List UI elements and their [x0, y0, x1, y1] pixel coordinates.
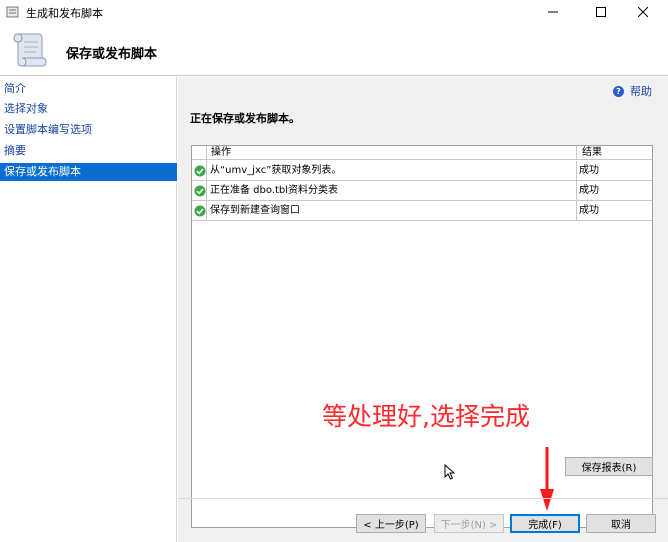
operation-cell: 正在准备 dbo.tbl资料分类表: [210, 185, 339, 196]
sidebar-item-scripting-options[interactable]: 设置脚本编写选项: [0, 121, 177, 139]
wizard-main-panel: ? 帮助 正在保存或发布脚本。 操作 结果 从“umv_jxc”获取对象列表。 …: [178, 77, 668, 542]
maximize-button[interactable]: [578, 0, 624, 24]
window-title: 生成和发布脚本: [26, 7, 103, 20]
minimize-button[interactable]: [530, 0, 576, 24]
grid-header: 操作 结果: [192, 146, 652, 160]
success-check-icon: [194, 185, 206, 197]
cell-separator: [206, 181, 207, 201]
title-bar: 生成和发布脚本: [0, 0, 668, 24]
app-icon: [6, 6, 19, 18]
maximize-icon: [596, 7, 606, 17]
help-icon: ?: [613, 85, 624, 97]
success-check-icon: [194, 205, 206, 217]
header-separator: [576, 146, 577, 160]
page-title: 保存或发布脚本: [66, 47, 158, 62]
result-cell: 成功: [579, 205, 599, 216]
table-row[interactable]: 保存到新建查询窗口 成功: [192, 201, 652, 221]
cell-separator: [576, 181, 577, 201]
wizard-sidebar: 简介 选择对象 设置脚本编写选项 摘要 保存或发布脚本: [0, 77, 177, 542]
finish-button[interactable]: 完成(F): [510, 514, 580, 533]
sidebar-item-intro[interactable]: 简介: [0, 80, 177, 98]
cancel-button[interactable]: 取消: [586, 514, 656, 533]
save-report-button[interactable]: 保存报表(R): [565, 457, 653, 476]
mouse-cursor-icon: [444, 464, 456, 480]
header-separator: [206, 146, 207, 160]
close-button[interactable]: [620, 0, 666, 24]
column-header-operation[interactable]: 操作: [211, 146, 231, 160]
sidebar-item-save-publish[interactable]: 保存或发布脚本: [0, 163, 177, 181]
footer-divider: [178, 498, 668, 499]
sidebar-item-summary[interactable]: 摘要: [0, 142, 177, 160]
next-button[interactable]: 下一步(N) >: [434, 514, 504, 533]
table-row[interactable]: 正在准备 dbo.tbl资料分类表 成功: [192, 181, 652, 201]
column-header-result[interactable]: 结果: [582, 146, 602, 160]
result-cell: 成功: [579, 185, 599, 196]
script-scroll-icon: [13, 33, 47, 67]
help-label: 帮助: [630, 85, 652, 98]
operation-cell: 保存到新建查询窗口: [210, 205, 300, 216]
cell-separator: [206, 161, 207, 181]
progress-status-text: 正在保存或发布脚本。: [190, 112, 300, 125]
result-cell: 成功: [579, 165, 599, 176]
cell-separator: [206, 201, 207, 221]
wizard-header: 保存或发布脚本: [0, 24, 668, 76]
table-row[interactable]: 从“umv_jxc”获取对象列表。 成功: [192, 161, 652, 181]
sidebar-item-choose-objects[interactable]: 选择对象: [0, 100, 177, 118]
success-check-icon: [194, 165, 206, 177]
red-arrow-icon: [540, 447, 554, 511]
annotation-text: 等处理好,选择完成: [322, 402, 530, 431]
previous-button[interactable]: < 上一步(P): [356, 514, 426, 533]
minimize-icon: [548, 11, 558, 13]
cell-separator: [576, 201, 577, 221]
close-icon: [638, 7, 648, 17]
operation-cell: 从“umv_jxc”获取对象列表。: [210, 165, 342, 176]
help-link[interactable]: ? 帮助: [613, 83, 652, 99]
cell-separator: [576, 161, 577, 181]
